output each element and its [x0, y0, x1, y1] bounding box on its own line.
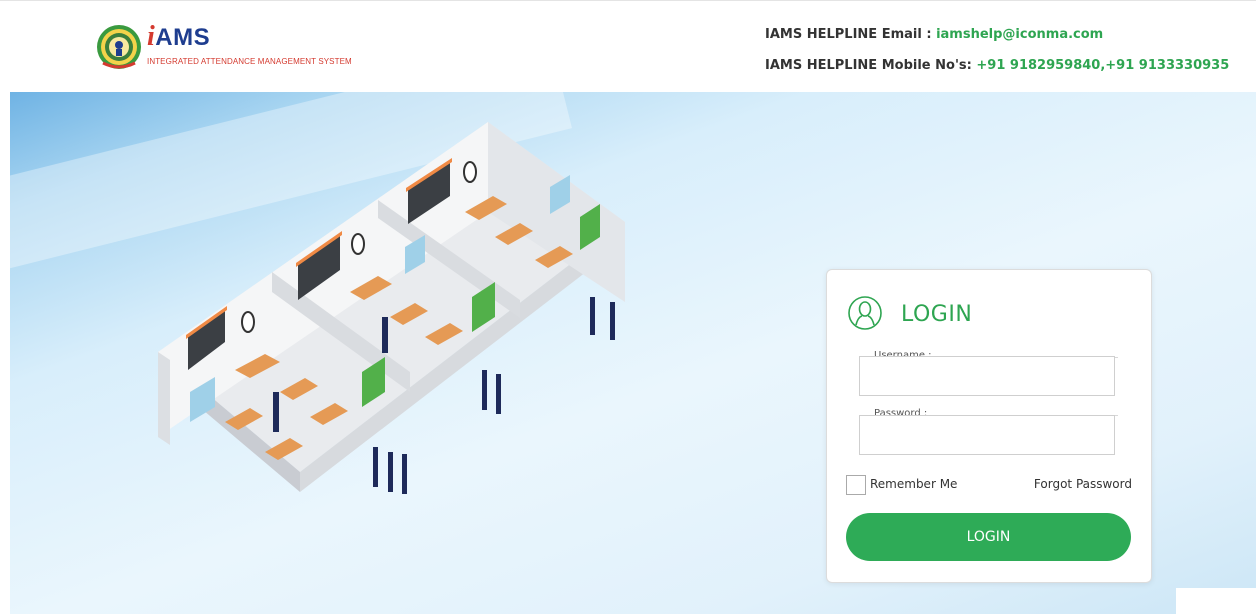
- header: iAMS INTEGRATED ATTENDANCE MANAGEMENT SY…: [0, 0, 1256, 93]
- login-title: LOGIN: [901, 302, 973, 327]
- andhra-pradesh-emblem-icon: [97, 25, 141, 69]
- helpline-mobile: IAMS HELPLINE Mobile No's: +91 918295984…: [765, 58, 1229, 73]
- helpline-email-value: iamshelp@iconma.com: [936, 27, 1104, 42]
- remember-me-label[interactable]: Remember Me: [870, 477, 957, 491]
- iams-logo[interactable]: iAMS INTEGRATED ATTENDANCE MANAGEMENT SY…: [95, 21, 365, 73]
- helpline-mobile-value: +91 9182959840,+91 9133330935: [976, 58, 1230, 73]
- helpline-email: IAMS HELPLINE Email : iamshelp@iconma.co…: [765, 27, 1103, 42]
- remember-me-checkbox[interactable]: [846, 475, 866, 495]
- brand-name: iAMS: [147, 21, 211, 52]
- password-input[interactable]: [859, 415, 1115, 455]
- username-input[interactable]: [859, 356, 1115, 396]
- helpline-email-label: IAMS HELPLINE Email :: [765, 27, 937, 42]
- corner-strip: [1176, 588, 1256, 614]
- helpline-mobile-label: IAMS HELPLINE Mobile No's:: [765, 58, 977, 73]
- forgot-password-link[interactable]: Forgot Password: [1034, 477, 1132, 491]
- login-button[interactable]: LOGIN: [846, 513, 1131, 561]
- brand-tagline: INTEGRATED ATTENDANCE MANAGEMENT SYSTEM: [147, 57, 352, 66]
- login-card: LOGIN Username : Password : Remember Me …: [826, 269, 1152, 583]
- user-outline-icon: [848, 296, 882, 330]
